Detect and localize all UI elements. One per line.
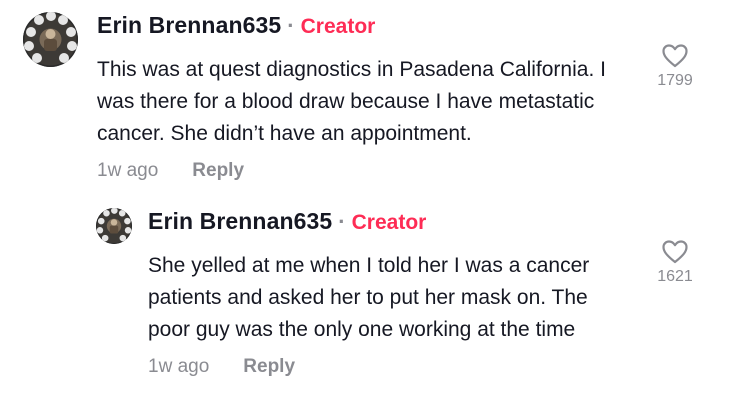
comment-text-line: was there for a blood draw because I hav… bbox=[97, 90, 595, 113]
heart-icon[interactable] bbox=[662, 240, 688, 264]
comment-text-line: cancer. She didn’t have an appointment. bbox=[97, 122, 472, 145]
reply-button[interactable]: Reply bbox=[192, 160, 244, 182]
avatar[interactable] bbox=[23, 12, 78, 67]
creator-badge: Creator bbox=[300, 15, 376, 38]
creator-badge: Creator bbox=[351, 211, 427, 234]
like-count: 1621 bbox=[657, 268, 693, 285]
avatar[interactable] bbox=[96, 208, 132, 244]
comment-text-line: patients and asked her to put her mask o… bbox=[148, 286, 588, 309]
comment-timestamp: 1w ago bbox=[148, 356, 210, 377]
like-control: 1799 bbox=[650, 44, 700, 90]
reply-comment-item: Erin Brennan635 · Creator She yelled at … bbox=[96, 208, 713, 378]
username[interactable]: Erin Brennan635 bbox=[148, 208, 332, 235]
reply-button[interactable]: Reply bbox=[243, 356, 295, 378]
comment-item: Erin Brennan635 · Creator This was at qu… bbox=[23, 12, 713, 182]
comment-meta: 1w ago Reply bbox=[148, 356, 713, 378]
comment-body: Erin Brennan635 · Creator She yelled at … bbox=[148, 208, 713, 378]
comment-text-line: poor guy was the only one working at the… bbox=[148, 318, 576, 341]
username[interactable]: Erin Brennan635 bbox=[97, 12, 281, 39]
avatar-image bbox=[23, 12, 78, 67]
comment-text-line: This was at quest diagnostics in Pasaden… bbox=[97, 58, 606, 81]
like-count: 1799 bbox=[657, 72, 693, 89]
comments-page: Erin Brennan635 · Creator This was at qu… bbox=[0, 0, 729, 400]
comment-timestamp: 1w ago bbox=[97, 160, 159, 181]
comment-text: She yelled at me when I told her I was a… bbox=[148, 250, 713, 346]
heart-icon[interactable] bbox=[662, 44, 688, 68]
separator-dot: · bbox=[338, 209, 346, 234]
comment-text: This was at quest diagnostics in Pasaden… bbox=[97, 54, 713, 150]
comment-header: Erin Brennan635 · Creator bbox=[148, 208, 713, 242]
comment-body: Erin Brennan635 · Creator This was at qu… bbox=[97, 12, 713, 182]
separator-dot: · bbox=[287, 13, 295, 38]
avatar-image bbox=[96, 208, 132, 244]
comment-text-line: She yelled at me when I told her I was a… bbox=[148, 254, 590, 277]
like-control: 1621 bbox=[650, 240, 700, 286]
comment-meta: 1w ago Reply bbox=[97, 160, 713, 182]
comment-header: Erin Brennan635 · Creator bbox=[97, 12, 713, 46]
